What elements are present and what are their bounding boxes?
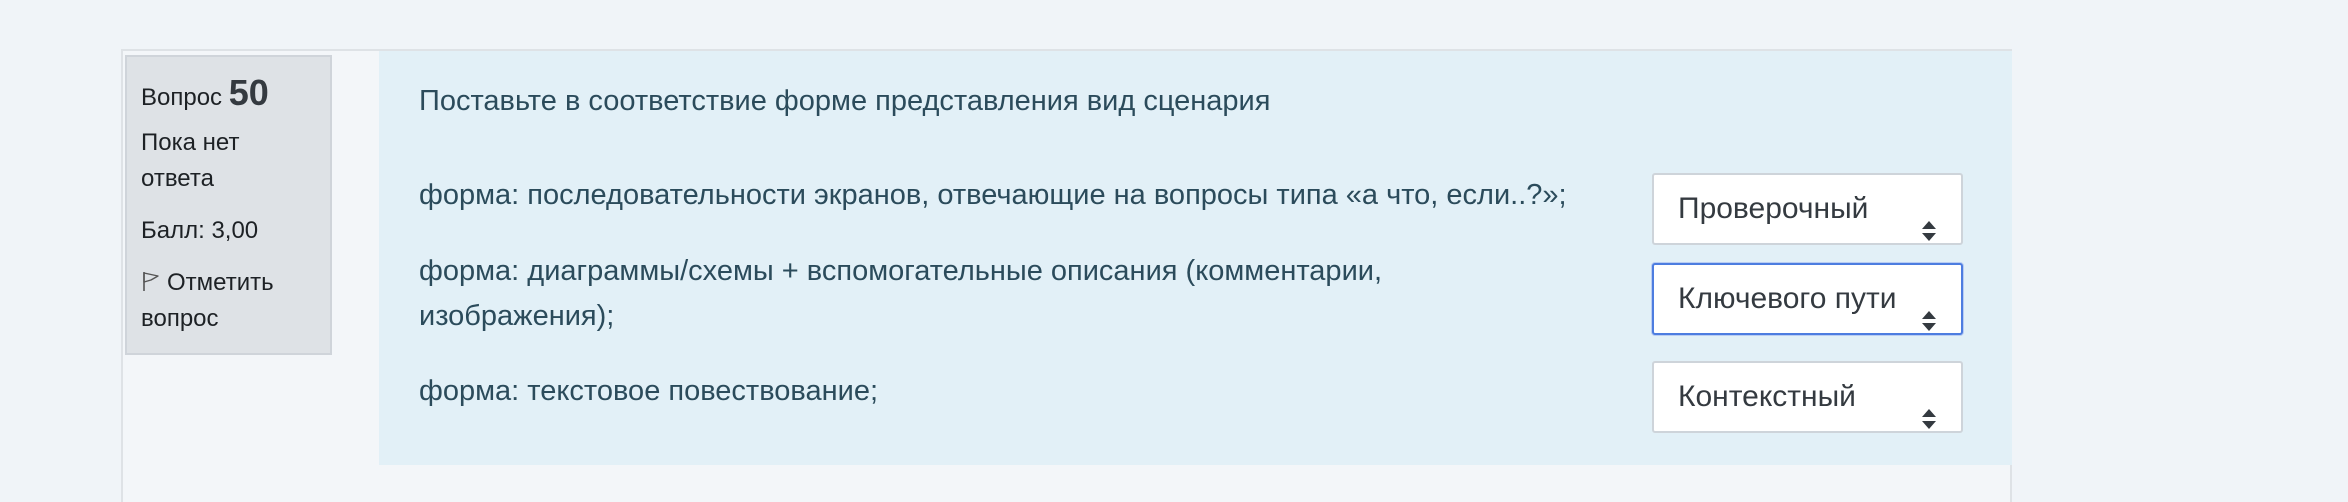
select-value: Ключевого пути bbox=[1678, 282, 1897, 315]
match-select[interactable]: Контекстный bbox=[1652, 361, 1963, 433]
question-number: 50 bbox=[228, 72, 269, 113]
match-select[interactable]: Ключевого пути bbox=[1652, 263, 1963, 335]
match-row-text: форма: текстовое повествование; bbox=[419, 375, 879, 407]
question-grade: Балл: 3,00 bbox=[141, 217, 259, 244]
sort-arrows-icon bbox=[1921, 387, 1937, 429]
question-number-line: Вопрос 50 bbox=[141, 71, 316, 115]
question-text: Поставьте в соответствие форме представл… bbox=[419, 85, 1271, 117]
sort-arrows-icon bbox=[1921, 199, 1937, 241]
flag-question-link[interactable]: Отметить вопрос bbox=[141, 265, 316, 337]
select-value: Проверочный bbox=[1678, 192, 1869, 225]
match-row-text: форма: последовательности экранов, отвеч… bbox=[419, 179, 1567, 211]
question-container: Вопрос 50 Пока нет ответа Балл: 3,00 Отм… bbox=[121, 49, 2012, 502]
question-label: Вопрос bbox=[141, 84, 223, 111]
question-state: Пока нет ответа bbox=[141, 129, 240, 192]
match-select[interactable]: Проверочный bbox=[1652, 173, 1963, 245]
question-info-panel: Вопрос 50 Пока нет ответа Балл: 3,00 Отм… bbox=[125, 55, 332, 355]
question-content: Поставьте в соответствие форме представл… bbox=[379, 51, 2012, 465]
sort-arrows-icon bbox=[1921, 289, 1937, 331]
select-value: Контекстный bbox=[1678, 380, 1856, 413]
flag-icon bbox=[141, 267, 161, 291]
match-row-text: форма: диаграммы/схемы + вспомогательные… bbox=[419, 255, 1383, 332]
